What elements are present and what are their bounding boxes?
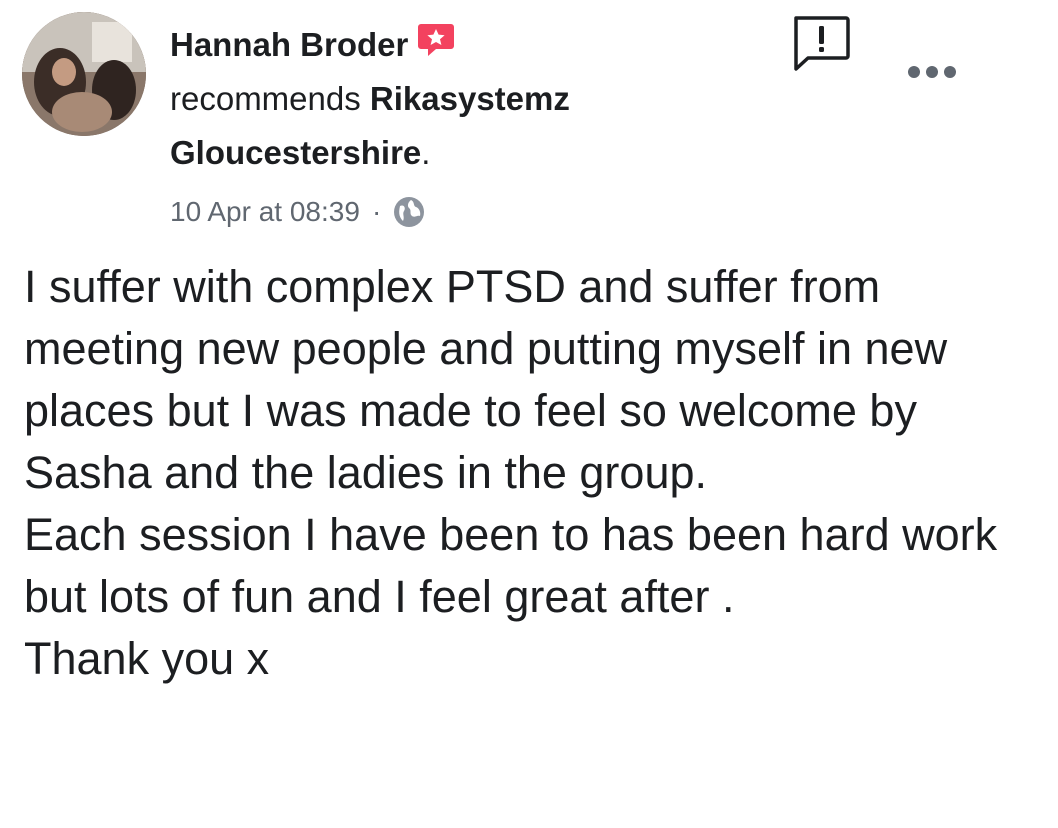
post-meta: 10 Apr at 08:39 · [170, 190, 730, 234]
author-avatar[interactable] [22, 12, 146, 136]
post-paragraph: Each session I have been to has been har… [24, 509, 998, 622]
post-body: I suffer with complex PTSD and suffer fr… [24, 256, 1024, 690]
globe-icon[interactable] [391, 194, 427, 230]
recommendation-star-icon [416, 20, 456, 60]
page-name-location[interactable]: Gloucestershire [170, 134, 421, 171]
page-name-link[interactable]: Rikasystemz [370, 80, 570, 117]
recommendation-post: Hannah Broder recommends Rikasystemz Glo… [0, 0, 1058, 828]
more-options-icon[interactable] [905, 62, 959, 82]
avatar-photo [22, 12, 146, 136]
page-name-period: . [421, 134, 431, 171]
meta-separator: · [371, 196, 382, 227]
post-header: Hannah Broder recommends Rikasystemz Glo… [170, 18, 730, 234]
post-paragraph: I suffer with complex PTSD and suffer fr… [24, 261, 948, 498]
post-paragraph: Thank you x [24, 633, 270, 684]
action-text: recommends [170, 80, 370, 117]
post-timestamp[interactable]: 10 Apr at 08:39 [170, 196, 360, 228]
author-name[interactable]: Hannah Broder [170, 26, 408, 64]
report-exclamation-icon[interactable] [790, 14, 852, 74]
